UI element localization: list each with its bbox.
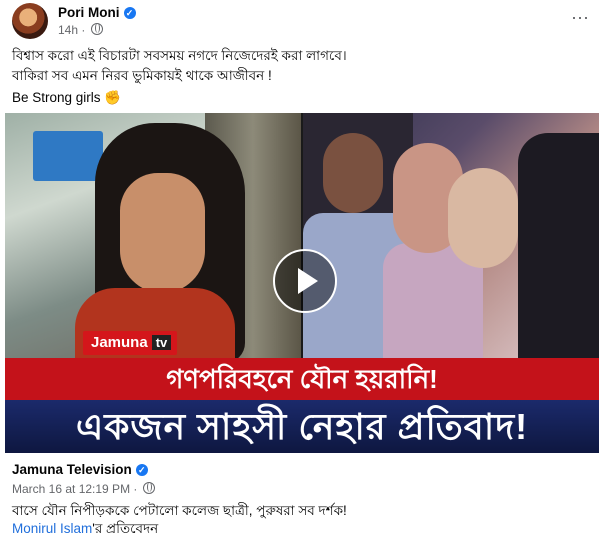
video-right-panel: [303, 113, 599, 358]
shared-author[interactable]: Jamuna Television ✓: [12, 462, 148, 477]
play-button-icon[interactable]: [273, 249, 337, 313]
man-right-figure: [518, 133, 599, 358]
globe-icon: [90, 23, 103, 35]
post-text-line-3-text: Be Strong girls: [12, 90, 101, 105]
shared-meta: March 16 at 12:19 PM ·: [12, 482, 155, 496]
post-text-line-2: বাকিরা সব এমন নিরব ভুমিকায়ই থাকে আজীবন …: [12, 68, 272, 83]
older-woman-figure: [448, 168, 518, 268]
jamuna-logo-tv: tv: [151, 335, 172, 350]
verified-badge-icon: ✓: [123, 7, 136, 19]
post-meta: 14h ·: [58, 23, 103, 37]
headline-band-red: গণপরিবহনে যৌন হয়রানি!: [5, 358, 599, 400]
author-name-text[interactable]: Pori Moni: [58, 5, 120, 20]
post-time[interactable]: 14h: [58, 23, 78, 37]
jamuna-tv-logo: Jamuna tv: [83, 331, 178, 355]
video-thumbnail[interactable]: Jamuna tv গণপরিবহনে যৌন হয়রানি! একজন সাহ…: [5, 113, 599, 453]
woman-face: [120, 173, 205, 293]
globe-icon: [142, 482, 155, 494]
man-face: [323, 133, 383, 213]
jamuna-logo-text: Jamuna: [91, 334, 148, 351]
shared-credit-line: Monirul Islam'র প্রতিবেদন: [12, 518, 158, 541]
fist-emoji-icon: ✊: [104, 90, 122, 105]
background-sign: [33, 131, 103, 181]
reporter-link[interactable]: Monirul Islam: [12, 521, 92, 536]
headline-band-navy: একজন সাহসী নেহার প্রতিবাদ!: [5, 400, 599, 453]
shared-author-name[interactable]: Jamuna Television: [12, 462, 132, 477]
post-text-line-3: Be Strong girls ✊: [12, 90, 121, 106]
verified-badge-icon: ✓: [135, 464, 148, 476]
author-name[interactable]: Pori Moni ✓: [58, 5, 136, 20]
video-left-panel: Jamuna tv: [5, 113, 301, 363]
shared-time[interactable]: March 16 at 12:19 PM: [12, 482, 130, 496]
reporter-suffix: 'র প্রতিবেদন: [92, 521, 159, 536]
meta-separator: ·: [130, 482, 141, 496]
avatar[interactable]: [12, 3, 48, 39]
more-options-icon[interactable]: ⋯: [571, 8, 590, 29]
post-header: Pori Moni ✓ 14h · ⋯: [0, 0, 604, 40]
